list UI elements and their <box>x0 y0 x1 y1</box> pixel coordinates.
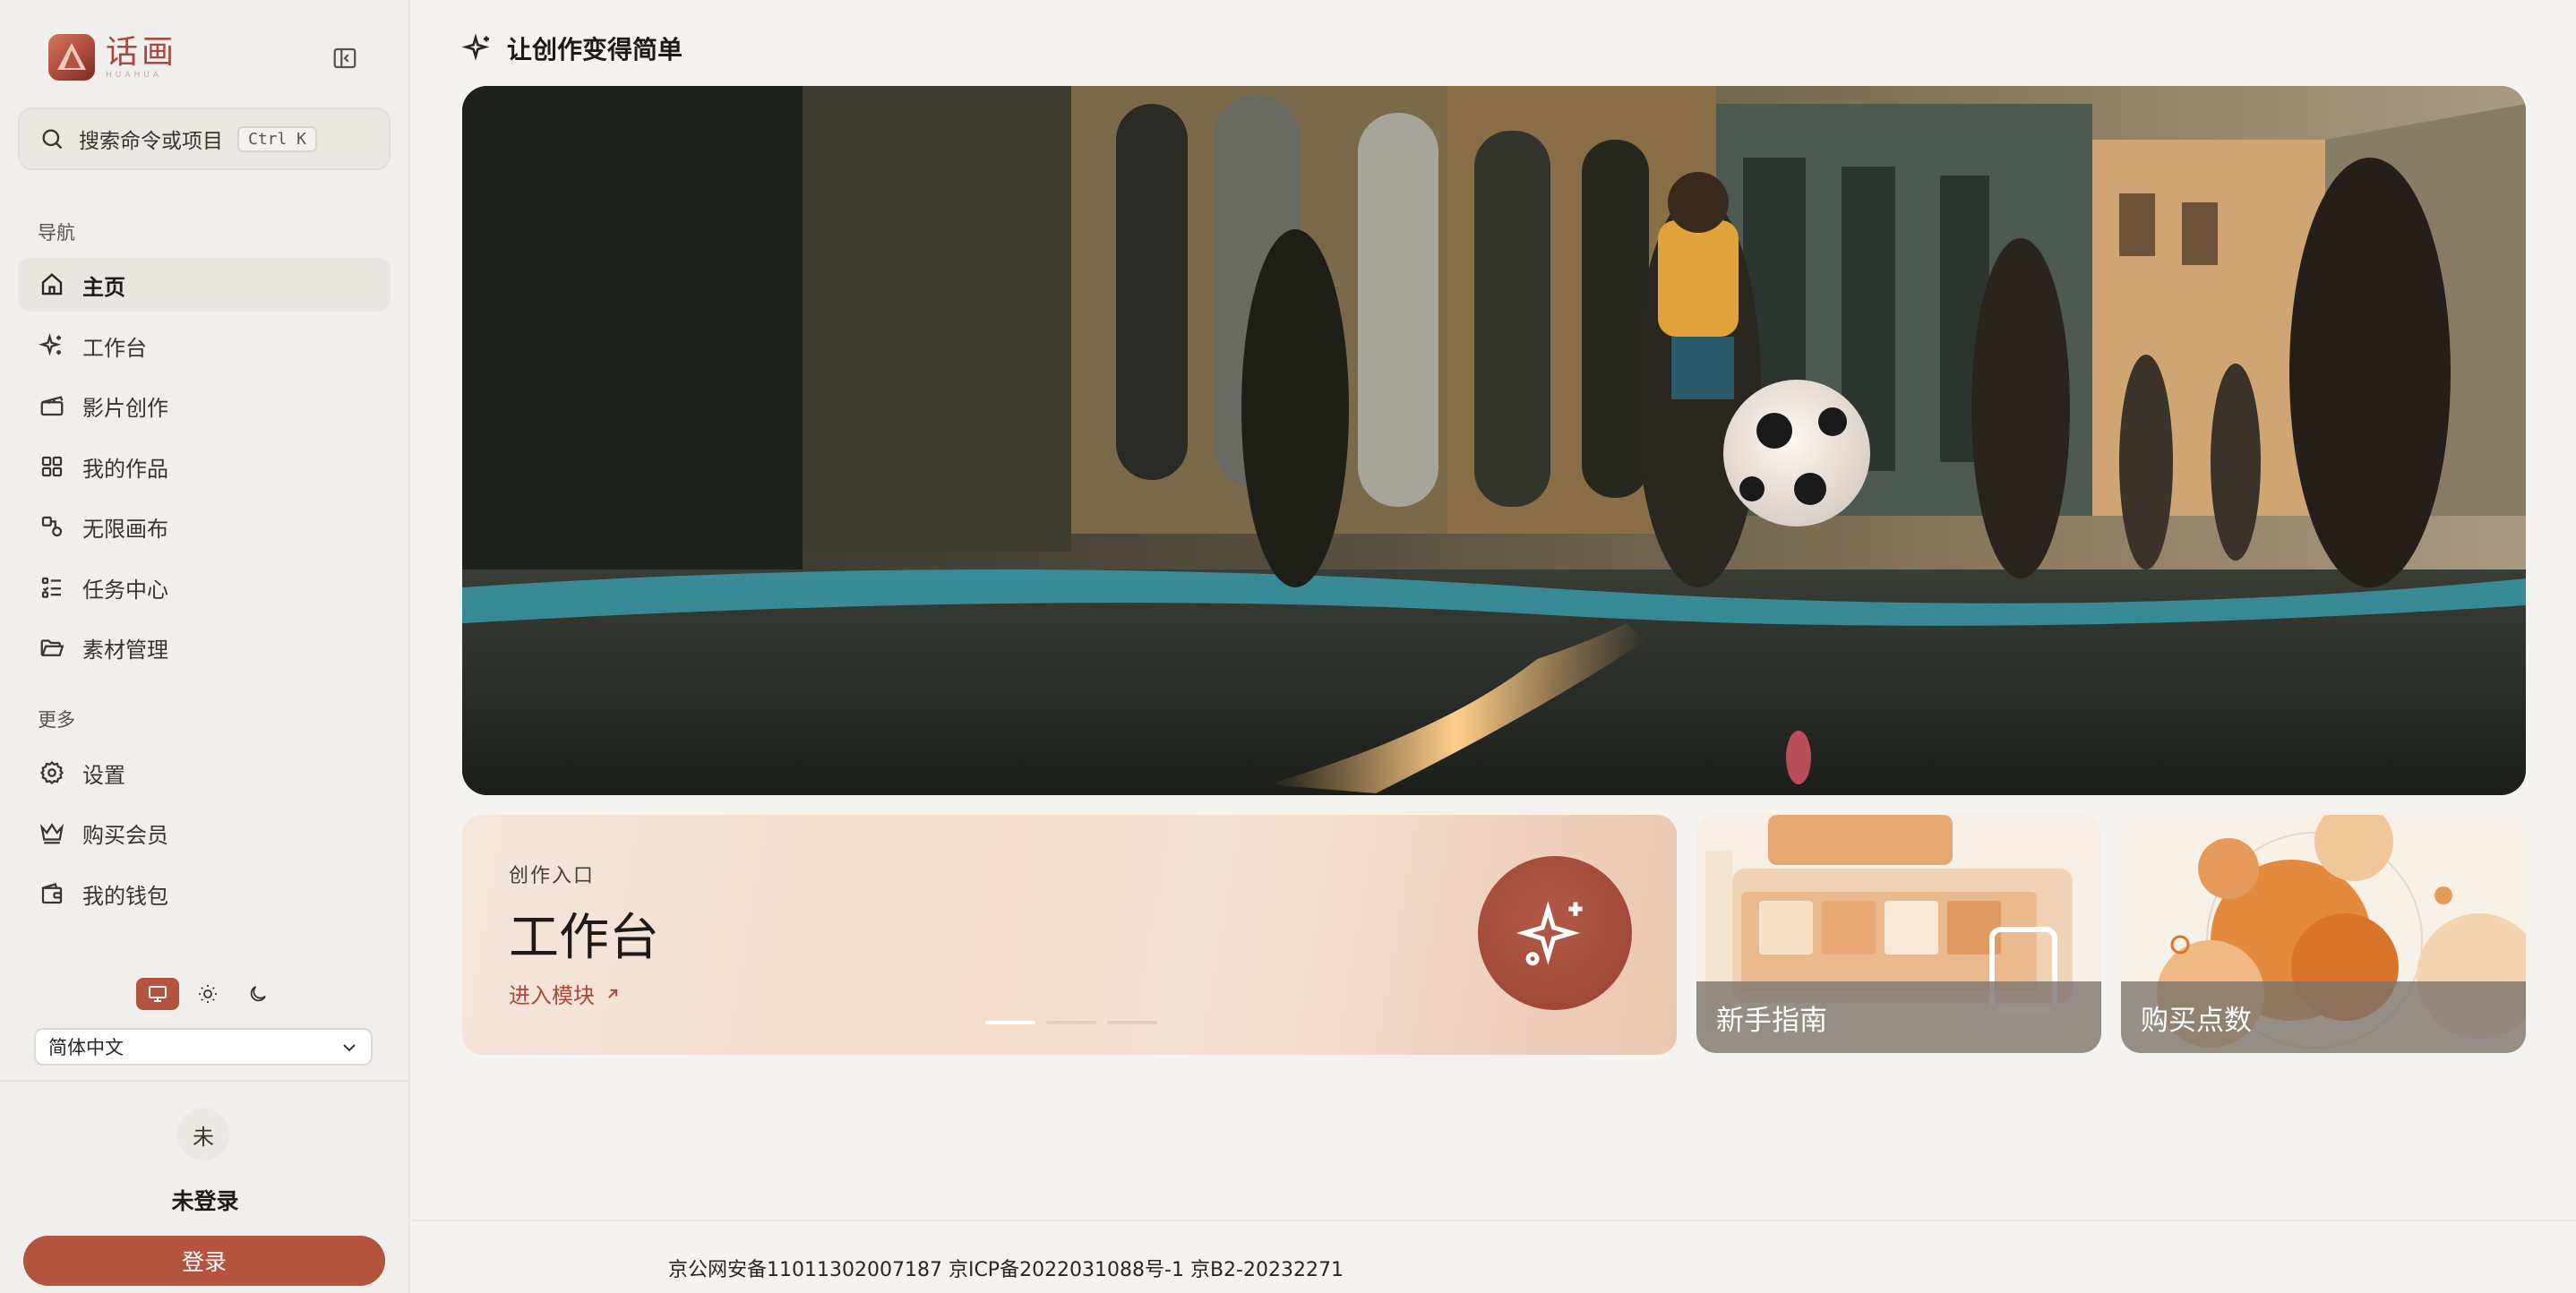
sidebar-item-tasks[interactable]: 任务中心 <box>18 561 391 614</box>
crown-icon <box>38 818 66 847</box>
carousel-dot[interactable] <box>985 1021 1035 1024</box>
sidebar-item-home[interactable]: 主页 <box>18 258 391 312</box>
shortcut-badge: Ctrl K <box>237 125 318 152</box>
app-subname: HUAHUA <box>106 71 163 80</box>
sidebar-item-wallet[interactable]: 我的钱包 <box>18 867 391 921</box>
sparkles-icon <box>38 331 66 360</box>
sidebar-item-assets[interactable]: 素材管理 <box>18 621 391 674</box>
search-icon <box>42 129 63 150</box>
hero-image <box>462 86 2526 795</box>
theme-switcher <box>136 978 279 1010</box>
command-search[interactable]: 搜索命令或项目 Ctrl K <box>18 107 391 170</box>
collapse-sidebar-button[interactable] <box>330 43 360 73</box>
enter-module-link[interactable]: 进入模块 <box>509 978 622 1009</box>
login-button[interactable]: 登录 <box>23 1236 385 1286</box>
home-icon <box>38 270 66 299</box>
nav-section-title: 导航 <box>38 222 75 244</box>
wallet-icon <box>38 879 66 908</box>
buy-points-card[interactable]: 购买点数 <box>2121 815 2526 1053</box>
beginner-guide-card[interactable]: 新手指南 <box>1696 815 2101 1053</box>
sparkles-icon <box>1516 901 1583 966</box>
avatar[interactable]: 未 <box>177 1109 229 1160</box>
monitor-icon <box>149 986 167 1002</box>
carousel-dot[interactable] <box>1046 1021 1096 1024</box>
carousel-indicators <box>985 1021 1157 1024</box>
logo-icon <box>48 34 95 81</box>
user-divider <box>0 1080 410 1082</box>
card-title: 工作台 <box>509 909 659 967</box>
chevron-down-icon <box>343 1044 356 1052</box>
theme-dark-button[interactable] <box>236 978 279 1010</box>
page-title: 让创作变得简单 <box>507 35 683 64</box>
language-select[interactable]: 简体中文 <box>34 1028 373 1066</box>
sidebar-item-settings[interactable]: 设置 <box>18 746 391 800</box>
sidebar-item-works[interactable]: 我的作品 <box>18 440 391 493</box>
grid-icon <box>38 452 66 481</box>
clapperboard-icon <box>38 391 66 420</box>
hero-banner[interactable] <box>462 86 2526 795</box>
language-value: 简体中文 <box>48 1037 124 1058</box>
workbench-fab-button[interactable] <box>1478 856 1632 1010</box>
theme-system-button[interactable] <box>136 978 179 1010</box>
sidebar-item-workbench[interactable]: 工作台 <box>18 319 391 372</box>
sparkles-icon <box>462 33 490 61</box>
gear-icon <box>38 758 66 787</box>
sidebar-collapse-icon <box>333 47 356 69</box>
app-name: 话画 <box>106 34 178 71</box>
app-logo[interactable]: 话画 HUAHUA <box>48 34 177 81</box>
points-caption: 购买点数 <box>2121 981 2526 1053</box>
page-header: 让创作变得简单 <box>462 30 683 66</box>
sun-icon <box>199 985 217 1003</box>
guide-caption: 新手指南 <box>1696 981 2101 1053</box>
canvas-shapes-icon <box>38 512 66 541</box>
search-placeholder: 搜索命令或项目 <box>79 130 223 153</box>
arrow-up-right-icon <box>608 989 618 998</box>
card-eyebrow: 创作入口 <box>509 865 596 887</box>
moon-icon <box>250 986 266 1002</box>
sidebar: 话画 HUAHUA 搜索命令或项目 Ctrl K 导航 主页 工作台 影片创作 … <box>0 0 410 1293</box>
more-section-title: 更多 <box>38 709 75 731</box>
sidebar-item-membership[interactable]: 购买会员 <box>18 806 391 860</box>
carousel-dot[interactable] <box>1107 1021 1157 1024</box>
folder-icon <box>38 633 66 662</box>
sidebar-item-canvas[interactable]: 无限画布 <box>18 500 391 553</box>
user-name: 未登录 <box>171 1188 239 1214</box>
theme-light-button[interactable] <box>186 978 229 1010</box>
sidebar-item-film[interactable]: 影片创作 <box>18 379 391 432</box>
workbench-entry-card[interactable]: 创作入口 工作台 进入模块 <box>462 815 1677 1055</box>
footer-divider <box>412 1220 2576 1221</box>
task-list-icon <box>38 573 66 602</box>
footer-license-text: 京公网安备11011302007187 京ICP备2022031088号-1 京… <box>668 1259 1344 1281</box>
